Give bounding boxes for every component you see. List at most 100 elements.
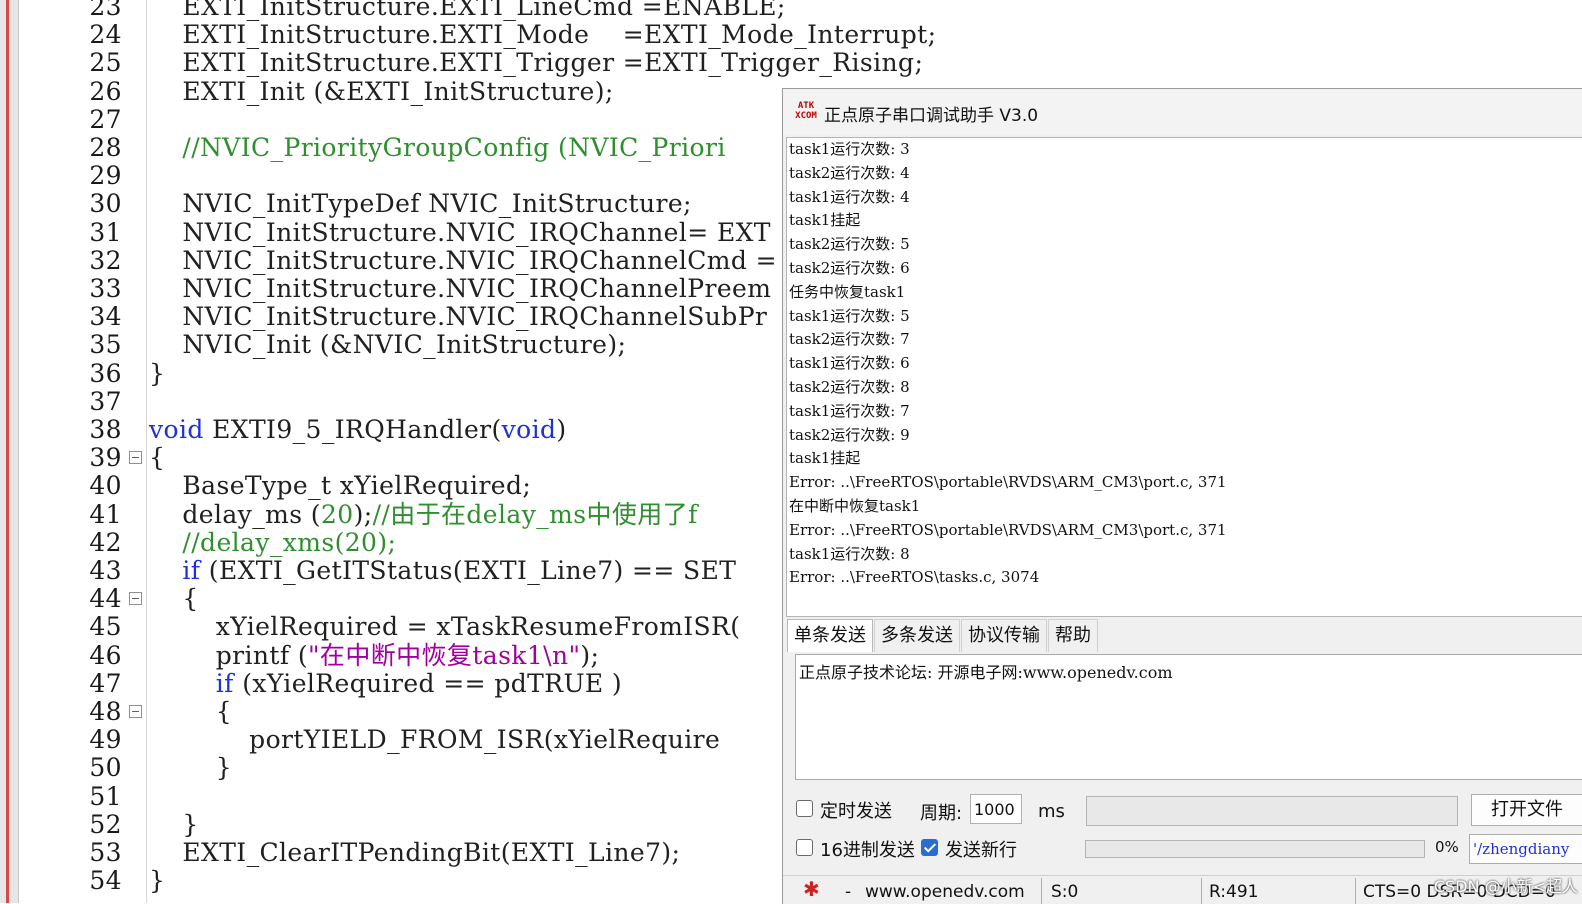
receive-line: task1运行次数: 7 <box>789 401 910 420</box>
code-token: ); <box>353 499 373 529</box>
line-number: 25 <box>89 48 122 78</box>
line-number: 48 <box>89 697 122 726</box>
line-number: 41 <box>89 499 122 529</box>
code-text: if (EXTI_GetITStatus(EXTI_Line7) == SET <box>149 557 736 585</box>
title-bar[interactable]: ATK XCOM 正点原子串口调试助手 V3.0 <box>783 89 1582 135</box>
file-path-field[interactable] <box>1086 796 1458 826</box>
newline-label: 发送新行 <box>945 840 1017 861</box>
code-text: EXTI_InitStructure.EXTI_LineCmd =ENABLE; <box>149 0 786 21</box>
code-token: EXTI_InitStructure.EXTI_Mode =EXTI_Mode_… <box>149 20 937 50</box>
line-number: 24 <box>89 20 122 50</box>
receive-line: task1运行次数: 4 <box>789 187 910 206</box>
receive-line: task1运行次数: 8 <box>789 544 910 563</box>
code-text: EXTI_Init (&EXTI_InitStructure); <box>149 77 614 106</box>
code-text: xYielRequired = xTaskResumeFromISR( <box>149 613 740 641</box>
code-token: { <box>149 697 233 726</box>
tab-help[interactable]: 帮助 <box>1048 619 1098 652</box>
receive-line: task2运行次数: 9 <box>789 425 910 444</box>
window-title: 正点原子串口调试助手 V3.0 <box>824 106 1039 126</box>
fold-toggle-icon[interactable] <box>129 592 142 606</box>
line-number: 30 <box>89 189 122 219</box>
period-unit: ms <box>1038 801 1065 822</box>
atk-xcom-logo-icon: ATK XCOM <box>795 101 817 121</box>
receive-line: task1运行次数: 5 <box>789 306 910 325</box>
status-divider <box>1041 878 1042 904</box>
hex-send-checkbox[interactable] <box>796 839 813 856</box>
fold-toggle-icon[interactable] <box>129 451 142 465</box>
send-progress-bar <box>1085 840 1425 858</box>
tab-protocol[interactable]: 协议传输 <box>961 619 1047 652</box>
code-token: NVIC_Init (&NVIC_InitStructure); <box>149 330 627 360</box>
code-text: //delay_xms(20); <box>149 528 396 557</box>
code-token: { <box>149 443 166 473</box>
line-number: 53 <box>89 838 122 867</box>
code-text: } <box>149 810 199 839</box>
receive-line: task1挂起 <box>789 449 861 468</box>
line-number: 37 <box>89 386 122 416</box>
number-token: 20 <box>320 499 354 529</box>
code-token: } <box>149 866 166 896</box>
code-token: { <box>149 584 199 614</box>
period-label: 周期: <box>920 803 963 824</box>
line-number: 31 <box>89 217 122 247</box>
tab-single-send[interactable]: 单条发送 <box>787 619 873 652</box>
period-input[interactable]: 1000 <box>970 794 1022 824</box>
receive-line: task2运行次数: 5 <box>789 235 910 254</box>
newline-checkbox[interactable] <box>921 839 938 856</box>
code-text: { <box>149 585 199 613</box>
timed-send-checkbox[interactable] <box>796 800 813 817</box>
send-tabs: 单条发送 多条发送 协议传输 帮助 <box>787 619 1099 652</box>
code-text: portYIELD_FROM_ISR(xYielRequire <box>149 726 720 754</box>
code-token: EXTI_InitStructure.EXTI_LineCmd =ENABLE; <box>149 0 786 21</box>
code-token: xYielRequired = xTaskResumeFromISR( <box>149 612 741 642</box>
open-file-button[interactable]: 打开文件 <box>1471 794 1582 826</box>
settings-gear-icon[interactable]: ✱ <box>803 878 820 900</box>
line-number: 46 <box>89 640 122 670</box>
code-text: EXTI_InitStructure.EXTI_Trigger =EXTI_Tr… <box>149 49 923 77</box>
code-text: if (xYielRequired == pdTRUE ) <box>149 668 622 698</box>
status-divider <box>1201 878 1202 904</box>
line-number: 29 <box>89 161 122 191</box>
line-number: 51 <box>89 781 122 811</box>
line-number: 35 <box>89 330 122 360</box>
receive-area[interactable]: task1运行次数: 3 task2运行次数: 4 task1运行次数: 4 task… <box>786 137 1582 617</box>
line-number: 23 <box>89 0 122 21</box>
code-text: void EXTI9_5_IRQHandler(void) <box>149 416 567 444</box>
code-line[interactable]: 25 EXTI_InitStructure.EXTI_Trigger =EXTI… <box>0 49 1582 77</box>
receive-line: task1挂起 <box>789 211 861 230</box>
code-line[interactable]: 24 EXTI_InitStructure.EXTI_Mode =EXTI_Mo… <box>0 21 1582 49</box>
line-number: 52 <box>89 809 122 839</box>
line-number: 39 <box>89 443 122 473</box>
code-text: NVIC_InitTypeDef NVIC_InitStructure; <box>149 190 692 218</box>
send-input[interactable]: 正点原子技术论坛: 开源电子网:www.openedv.com <box>795 654 1582 780</box>
tab-multi-send[interactable]: 多条发送 <box>874 619 960 652</box>
code-token: NVIC_InitStructure.NVIC_IRQChannelPreem <box>149 274 772 303</box>
fold-toggle-icon[interactable] <box>129 705 142 718</box>
code-token: NVIC_InitStructure.NVIC_IRQChannelSubPr <box>149 302 768 332</box>
code-token: EXTI_InitStructure.EXTI_Trigger =EXTI_Tr… <box>149 48 924 78</box>
keyword-token: if <box>215 668 234 698</box>
comment-token: //NVIC_PriorityGroupConfig (NVIC_Priori <box>182 133 726 162</box>
line-number: 49 <box>89 725 122 755</box>
receive-line: task1运行次数: 6 <box>789 354 910 373</box>
send-text: 正点原子技术论坛: 开源电子网:www.openedv.com <box>799 663 1173 682</box>
path-display[interactable]: '/zhengdiany <box>1469 834 1582 864</box>
receive-line: 在中断中恢复task1 <box>789 496 921 515</box>
code-token: NVIC_InitStructure.NVIC_IRQChannel= EXT <box>149 217 771 247</box>
code-text: NVIC_InitStructure.NVIC_IRQChannelSubPr <box>149 303 767 331</box>
keyword-token: if <box>182 556 201 585</box>
hex-send-label: 16进制发送 <box>820 840 915 861</box>
code-text: delay_ms (20);//由于在delay_ms中使用了f <box>149 499 698 529</box>
line-number: 36 <box>89 358 122 388</box>
line-number: 32 <box>89 245 122 275</box>
code-line[interactable]: 23 EXTI_InitStructure.EXTI_LineCmd =ENAB… <box>0 0 1582 21</box>
status-website[interactable]: www.openedv.com <box>865 882 1025 902</box>
code-token: portYIELD_FROM_ISR(xYielRequire <box>149 725 721 755</box>
receive-line: task2运行次数: 6 <box>789 258 910 277</box>
serial-assistant-window[interactable]: ATK XCOM 正点原子串口调试助手 V3.0 task1运行次数: 3 task… <box>782 88 1582 904</box>
code-token: } <box>149 358 166 388</box>
line-number: 33 <box>89 274 122 303</box>
